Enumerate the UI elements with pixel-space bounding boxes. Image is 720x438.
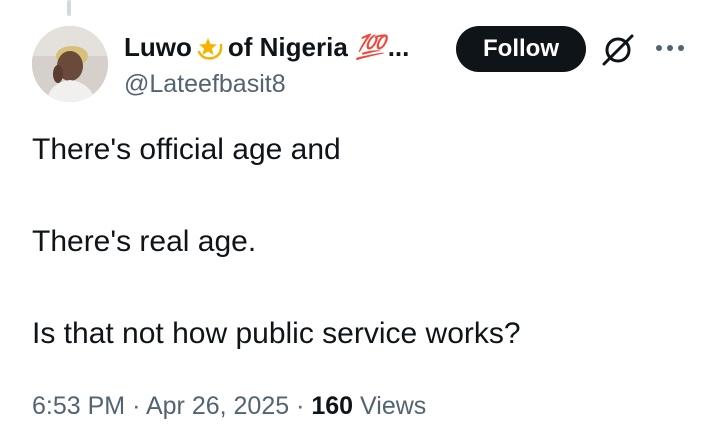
dizzy-star-emoji-icon — [195, 32, 225, 62]
avatar[interactable] — [32, 26, 108, 102]
views-label[interactable]: Views — [360, 392, 426, 420]
hundred-points-emoji-icon: 💯 — [355, 33, 386, 61]
author-name-ellipsis: ... — [387, 31, 410, 62]
more-options-icon[interactable] — [654, 36, 686, 60]
views-count[interactable]: 160 — [311, 392, 353, 420]
author-name[interactable]: Luwo of Nigeria 💯 ... — [124, 30, 409, 64]
author-handle[interactable]: @Lateefbasit8 — [124, 70, 286, 99]
follow-button[interactable]: Follow — [456, 26, 586, 72]
meta-separator-2: · — [296, 392, 305, 420]
tweet-time[interactable]: 6:53 PM — [32, 392, 125, 420]
avatar-photo — [32, 26, 108, 102]
tweet-date[interactable]: Apr 26, 2025 — [146, 392, 289, 420]
tweet-text-line-3: Is that not how public service works? — [32, 317, 521, 350]
thread-connector-line — [67, 0, 71, 16]
tweet-text-line-1: There's official age and — [32, 133, 341, 166]
grok-icon[interactable] — [600, 32, 636, 68]
meta-separator-1: · — [132, 392, 141, 420]
tweet-text-line-2: There's real age. — [32, 225, 257, 258]
author-name-part2: of Nigeria — [227, 31, 348, 62]
tweet-metadata: 6:53 PM · Apr 26, 2025 · 160 Views — [32, 392, 426, 421]
author-name-part1: Luwo — [124, 31, 192, 62]
